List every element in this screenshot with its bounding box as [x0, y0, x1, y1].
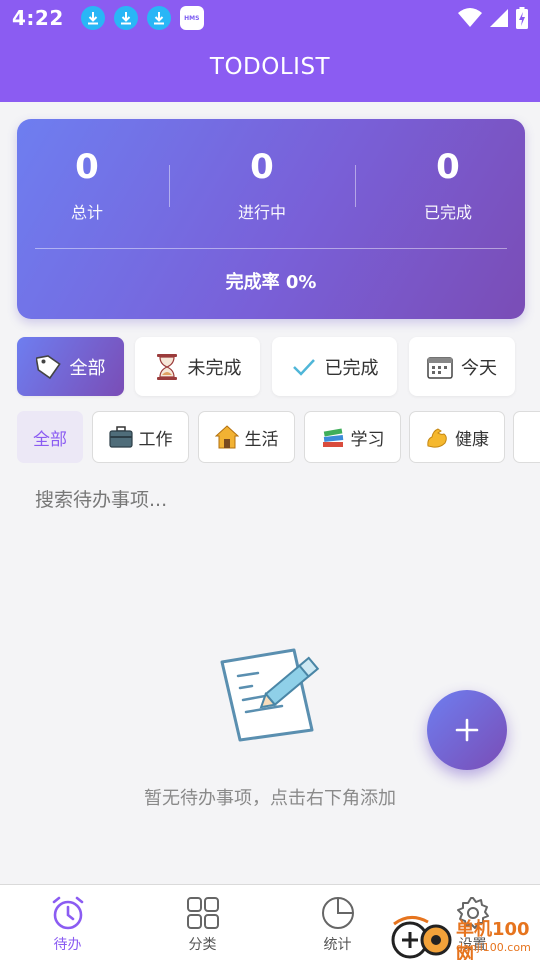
download-icon: [113, 6, 138, 30]
filter-incomplete[interactable]: 未完成: [135, 337, 260, 396]
download-icon: [146, 6, 171, 30]
stat-in-progress: 0 进行中: [192, 147, 332, 223]
nav-stats-label: 统计: [323, 937, 352, 953]
category-all-label: 全部: [33, 429, 67, 450]
muscle-icon: [425, 425, 449, 449]
books-icon: [321, 425, 345, 449]
download-icon: [80, 6, 105, 30]
status-icons: [458, 7, 528, 29]
app-header: 4:22 HMS TODOLIST: [0, 0, 540, 102]
stat-divider: [355, 165, 356, 207]
note-pencil-icon: [216, 642, 326, 742]
watermark-logo-icon: [391, 916, 452, 959]
nav-category-label: 分类: [188, 937, 217, 953]
nav-todo-label: 待办: [53, 937, 82, 953]
nav-stats[interactable]: 统计: [270, 885, 405, 960]
status-bar: 4:22 HMS: [0, 0, 540, 36]
category-life-label: 生活: [244, 429, 279, 450]
filter-incomplete-label: 未完成: [187, 357, 242, 379]
watermark-url: danji100.com: [456, 941, 531, 954]
alarm-clock-icon: [50, 895, 86, 931]
stat-in-progress-value: 0: [250, 147, 274, 187]
stat-total: 0 总计: [17, 147, 157, 223]
pie-chart-icon: [320, 895, 356, 931]
house-icon: [214, 425, 239, 449]
nav-todo[interactable]: 待办: [0, 885, 135, 960]
stat-completed-value: 0: [436, 147, 460, 187]
nav-category[interactable]: 分类: [135, 885, 270, 960]
search-input[interactable]: [17, 482, 523, 518]
category-more[interactable]: [513, 411, 540, 463]
stat-completed-label: 已完成: [423, 203, 472, 222]
stat-total-value: 0: [75, 147, 99, 187]
add-todo-button[interactable]: [427, 690, 507, 770]
wifi-icon: [458, 8, 482, 27]
hms-icon: HMS: [179, 6, 204, 30]
briefcase-icon: [108, 425, 133, 449]
stat-total-label: 总计: [70, 203, 103, 222]
category-study[interactable]: 学习: [304, 411, 401, 463]
category-work[interactable]: 工作: [92, 411, 189, 463]
category-work-label: 工作: [138, 429, 173, 450]
empty-state-text: 暂无待办事项，点击右下角添加: [144, 788, 396, 809]
calendar-icon: [427, 354, 453, 380]
stat-divider: [169, 165, 170, 207]
category-health-label: 健康: [455, 429, 489, 450]
filter-all[interactable]: 全部: [17, 337, 124, 396]
check-icon: [291, 354, 317, 380]
category-study-label: 学习: [350, 429, 385, 450]
completion-rate: 完成率 0%: [225, 272, 317, 293]
filter-today-label: 今天: [461, 357, 497, 379]
filter-all-label: 全部: [69, 357, 106, 379]
app-title: TODOLIST: [209, 54, 331, 80]
filter-completed[interactable]: 已完成: [272, 337, 397, 396]
category-life[interactable]: 生活: [198, 411, 295, 463]
stat-completed: 0 已完成: [378, 147, 518, 223]
tag-icon: [35, 354, 62, 380]
filter-completed-label: 已完成: [324, 357, 379, 379]
filter-today[interactable]: 今天: [409, 337, 515, 396]
hourglass-icon: [154, 353, 180, 380]
battery-charging-icon: [516, 7, 528, 29]
plus-icon: [455, 718, 479, 742]
stats-divider: [35, 248, 507, 249]
status-time: 4:22: [12, 6, 64, 30]
signal-icon: [490, 9, 508, 27]
grid-icon: [185, 895, 221, 931]
category-health[interactable]: 健康: [409, 411, 505, 463]
category-all[interactable]: 全部: [17, 411, 83, 463]
stats-card: 0 总计 0 进行中 0 已完成 完成率 0%: [17, 119, 525, 319]
watermark: 单机100网 danji100.com: [390, 914, 540, 960]
stat-in-progress-label: 进行中: [237, 203, 286, 222]
